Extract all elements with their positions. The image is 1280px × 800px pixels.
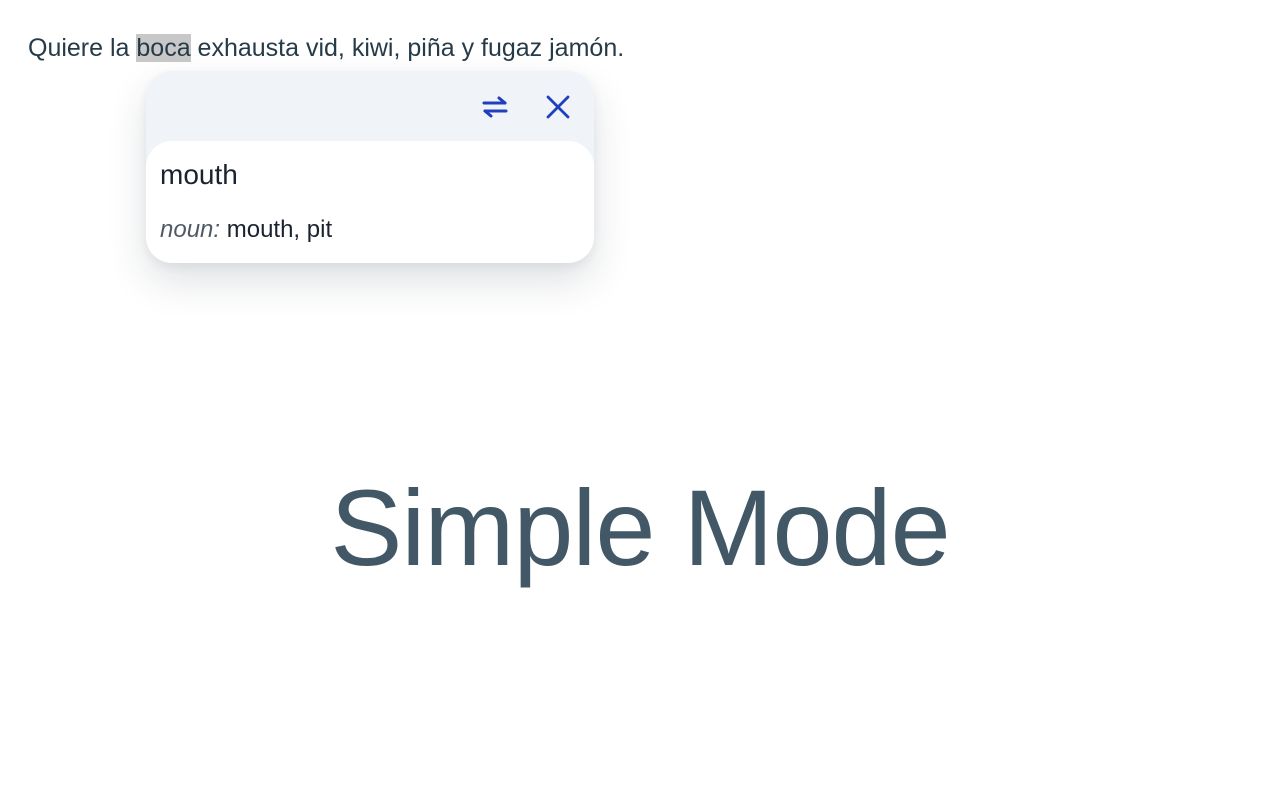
- translation-popup: mouth noun: mouth, pit: [146, 71, 594, 263]
- mode-title: Simple Mode: [330, 467, 950, 588]
- popup-body: mouth noun: mouth, pit: [146, 141, 594, 263]
- meanings: mouth, pit: [220, 216, 333, 243]
- translation-text: mouth: [160, 159, 238, 190]
- close-button[interactable]: [540, 89, 576, 125]
- selected-word[interactable]: boca: [136, 34, 191, 62]
- close-icon: [546, 95, 570, 119]
- swap-arrows-icon: [482, 96, 508, 118]
- definition-line: noun: mouth, pit: [160, 213, 332, 247]
- popup-toolbar: [146, 71, 594, 141]
- sentence-after: exhausta vid, kiwi, piña y fugaz jamón.: [190, 34, 625, 62]
- swap-languages-button[interactable]: [477, 89, 513, 125]
- sample-sentence: Quiere la boca exhausta vid, kiwi, piña …: [28, 30, 624, 66]
- page: Quiere la boca exhausta vid, kiwi, piña …: [0, 0, 1280, 800]
- sentence-before: Quiere la: [28, 34, 137, 62]
- part-of-speech: noun:: [160, 216, 221, 243]
